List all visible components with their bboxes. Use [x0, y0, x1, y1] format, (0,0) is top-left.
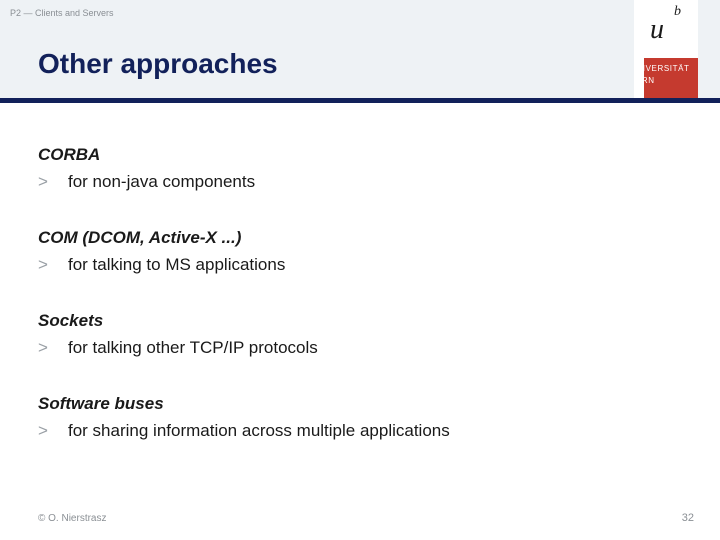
section-heading: COM (DCOM, Active-X ...) [38, 228, 678, 248]
bullet-text: for sharing information across multiple … [68, 420, 450, 443]
footer-page-number: 32 [682, 512, 694, 524]
logo-letter-b: b [674, 4, 681, 20]
bullet-text: for talking other TCP/IP protocols [68, 337, 318, 360]
section-sockets: Sockets > for talking other TCP/IP proto… [38, 311, 678, 360]
list-item: > for sharing information across multipl… [38, 420, 678, 443]
section-heading: Sockets [38, 311, 678, 331]
logo-text-bern: BERN [644, 76, 655, 85]
breadcrumb: P2 — Clients and Servers [10, 8, 114, 18]
footer-copyright: © O. Nierstrasz [38, 513, 107, 524]
section-heading: Software buses [38, 394, 678, 414]
section-heading: CORBA [38, 145, 678, 165]
slide: P2 — Clients and Servers Other approache… [0, 0, 720, 540]
logo-letter-u: u [650, 14, 664, 46]
bullet-text: for talking to MS applications [68, 254, 285, 277]
section-corba: CORBA > for non-java components [38, 145, 678, 194]
logo-text-universitat: UNIVERSITÄT [644, 64, 690, 73]
section-com: COM (DCOM, Active-X ...) > for talking t… [38, 228, 678, 277]
bullet-marker: > [38, 420, 68, 443]
logo-red-block: UNIVERSITÄT BERN [644, 58, 698, 98]
university-logo: u b UNIVERSITÄT BERN [634, 0, 698, 98]
list-item: > for non-java components [38, 171, 678, 194]
bullet-marker: > [38, 337, 68, 360]
list-item: > for talking other TCP/IP protocols [38, 337, 678, 360]
section-software-buses: Software buses > for sharing information… [38, 394, 678, 443]
content-area: CORBA > for non-java components COM (DCO… [38, 145, 678, 477]
bullet-marker: > [38, 171, 68, 194]
page-title: Other approaches [38, 48, 278, 80]
bullet-marker: > [38, 254, 68, 277]
list-item: > for talking to MS applications [38, 254, 678, 277]
header-rule [0, 98, 720, 103]
bullet-text: for non-java components [68, 171, 255, 194]
